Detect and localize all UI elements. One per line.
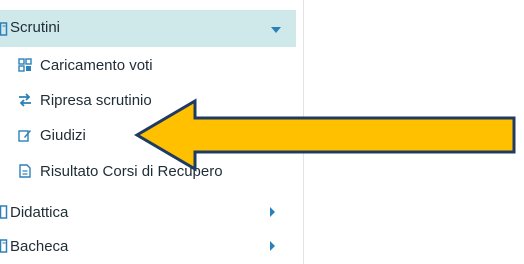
annotation-arrow-icon [134,98,516,172]
